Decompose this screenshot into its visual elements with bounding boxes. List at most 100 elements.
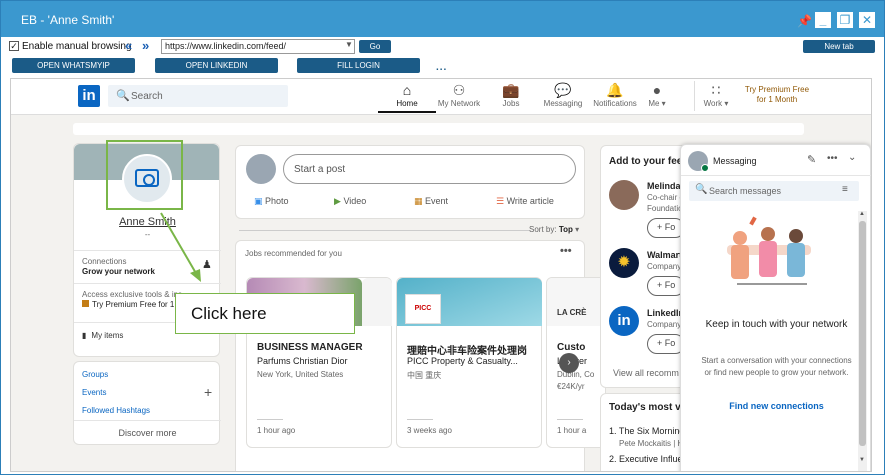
title-bar: EB - 'Anne Smith' 📌 _ ❐ ✕ <box>1 1 884 37</box>
nav-jobs[interactable]: 💼 Jobs <box>482 82 540 108</box>
add-connection-icon[interactable]: ♟ <box>202 258 212 271</box>
suggestion-name[interactable]: LinkedIn <box>647 308 684 318</box>
job-title: BUSINESS MANAGER <box>257 342 363 353</box>
browser-viewport: in 🔍 Search ⌂ Home ⚇ My Network 💼 Jobs 💬… <box>10 78 872 472</box>
events-link[interactable]: Events <box>82 388 106 397</box>
suggestion-name[interactable]: Walmart <box>647 250 682 260</box>
compose-icon[interactable]: ✎ <box>807 153 816 166</box>
minimize-icon[interactable]: _ <box>815 12 831 28</box>
messaging-panel: Messaging ✎ ••• ⌄ 🔍 Search messages ≡ Ke… <box>680 144 871 471</box>
linkedin-company-logo[interactable]: in <box>609 306 639 336</box>
network-illustration <box>727 216 811 295</box>
post-composer: Start a post ▣ Photo ▶ Video ▦ Event ☰ W… <box>235 145 585 219</box>
go-button[interactable]: Go <box>359 40 391 53</box>
news-item-title[interactable]: 2. Executive Influe <box>609 454 683 464</box>
sort-dropdown[interactable]: Sort by: Top ▾ <box>529 225 579 234</box>
nav-work[interactable]: ∷ Work ▾ <box>691 82 741 108</box>
url-input[interactable]: https://www.linkedin.com/feed/ <box>161 39 355 54</box>
news-item-title[interactable]: 1. The Six Morning <box>609 426 684 436</box>
pin-icon[interactable]: 📌 <box>797 14 812 28</box>
job-posted: 3 weeks ago <box>407 426 452 435</box>
event-label: Event <box>425 196 449 206</box>
new-tab-button[interactable]: New tab <box>803 40 875 53</box>
todays-most-viewed-title: Today's most vi <box>609 402 684 413</box>
suggestion-sub: Company <box>647 320 682 329</box>
photo-button[interactable]: ▣ Photo <box>254 196 289 207</box>
grow-network-link[interactable]: Grow your network <box>82 267 155 276</box>
my-items-link[interactable]: ▮ My items <box>82 331 123 340</box>
carousel-next-icon[interactable]: › <box>559 353 579 373</box>
add-event-icon[interactable]: + <box>204 384 212 400</box>
messaging-icon: 💬 <box>554 82 572 98</box>
divider <box>74 283 221 284</box>
open-whatsmyip-button[interactable]: OPEN WHATSMYIP <box>12 58 135 73</box>
more-button[interactable]: ... <box>436 62 447 73</box>
job-company: Parfums Christian Dior <box>257 356 348 366</box>
nav-me[interactable]: ● Me ▾ <box>635 82 679 108</box>
video-button[interactable]: ▶ Video <box>334 196 366 207</box>
job-card-2[interactable]: PICC 理賠中心非车险案件处理岗 PICC Property & Casual… <box>396 277 542 448</box>
event-button[interactable]: ▦ Event <box>414 196 448 207</box>
chevron-down-icon[interactable]: ▼ <box>345 40 353 49</box>
chevron-down-icon[interactable]: ⌄ <box>848 152 856 163</box>
divider <box>681 175 871 176</box>
messaging-title[interactable]: Messaging <box>713 156 757 166</box>
hashtags-link[interactable]: Followed Hashtags <box>82 406 150 415</box>
suggestion-name[interactable]: Melinda <box>647 181 681 191</box>
manual-browsing-checkbox[interactable]: ✓ <box>9 41 19 51</box>
nav-home[interactable]: ⌂ Home <box>378 82 436 113</box>
fill-login-button[interactable]: FILL LOGIN <box>297 58 420 73</box>
forward-button[interactable]: » <box>142 38 149 53</box>
open-linkedin-button[interactable]: OPEN LINKEDIN <box>155 58 278 73</box>
divider <box>257 419 283 420</box>
nav-me-label: Me <box>648 99 660 108</box>
window-title: EB - 'Anne Smith' <box>21 13 115 27</box>
write-article-label: Write article <box>506 196 554 206</box>
picc-logo: PICC <box>405 294 441 324</box>
jobs-header: Jobs recommended for you <box>245 249 342 258</box>
jobs-icon: 💼 <box>502 82 520 98</box>
nav-my-network-label: My Network <box>437 99 481 108</box>
grid-icon: ∷ <box>711 82 721 98</box>
add-to-feed-title: Add to your fee <box>609 156 683 167</box>
linkedin-logo[interactable]: in <box>78 85 100 107</box>
my-items-label: My items <box>91 331 124 340</box>
discover-more-link[interactable]: Discover more <box>74 428 221 438</box>
more-options-icon[interactable]: ••• <box>827 153 838 164</box>
messaging-heading: Keep in touch with your network <box>705 319 848 330</box>
app-window: EB - 'Anne Smith' 📌 _ ❐ ✕ ✓ Enable manua… <box>0 0 885 475</box>
premium-link[interactable]: Try Premium Free for 1 Month <box>738 85 816 105</box>
scrollbar[interactable]: ▲ ▼ <box>858 211 867 471</box>
nav-messaging[interactable]: 💬 Messaging <box>534 82 592 108</box>
premium-promo-link[interactable]: Try Premium Free for 1 <box>82 300 174 309</box>
search-icon: 🔍 <box>116 90 130 102</box>
find-new-connections-link[interactable]: Find new connections <box>699 401 854 411</box>
search-placeholder: Search <box>131 91 163 102</box>
filter-icon[interactable]: ≡ <box>842 184 848 195</box>
more-options-icon[interactable]: ••• <box>560 245 572 257</box>
start-post-input[interactable]: Start a post <box>283 154 576 184</box>
scroll-down-icon[interactable]: ▼ <box>859 457 865 463</box>
click-here-callout: Click here <box>175 293 355 334</box>
melinda-avatar[interactable] <box>609 180 639 210</box>
search-input[interactable]: 🔍 Search <box>108 85 288 107</box>
highlight-box <box>106 140 183 210</box>
groups-link[interactable]: Groups <box>82 370 108 379</box>
walmart-logo[interactable]: ✹ <box>609 248 639 278</box>
view-all-recommendations-link[interactable]: View all recomm <box>613 368 679 378</box>
video-label: Video <box>343 196 367 206</box>
premium-line2: for 1 Month <box>756 95 798 104</box>
scrollbar-thumb[interactable] <box>859 221 866 446</box>
jobs-card: Jobs recommended for you ••• BUSINESS MA… <box>235 240 606 471</box>
scroll-up-icon[interactable]: ▲ <box>859 211 865 217</box>
write-article-button[interactable]: ☰ Write article <box>496 196 554 207</box>
restore-icon[interactable]: ❐ <box>837 12 853 28</box>
message-search-input[interactable]: 🔍 Search messages ≡ <box>689 181 859 201</box>
close-icon[interactable]: ✕ <box>859 12 875 28</box>
back-button[interactable]: « <box>125 38 132 53</box>
premium-line1: Try Premium Free <box>744 85 810 94</box>
profile-name[interactable]: Anne Smith <box>74 216 221 228</box>
nav-messaging-label: Messaging <box>543 99 583 108</box>
nav-my-network[interactable]: ⚇ My Network <box>430 82 488 108</box>
premium-promo-label: Try Premium Free for 1 <box>92 300 175 309</box>
